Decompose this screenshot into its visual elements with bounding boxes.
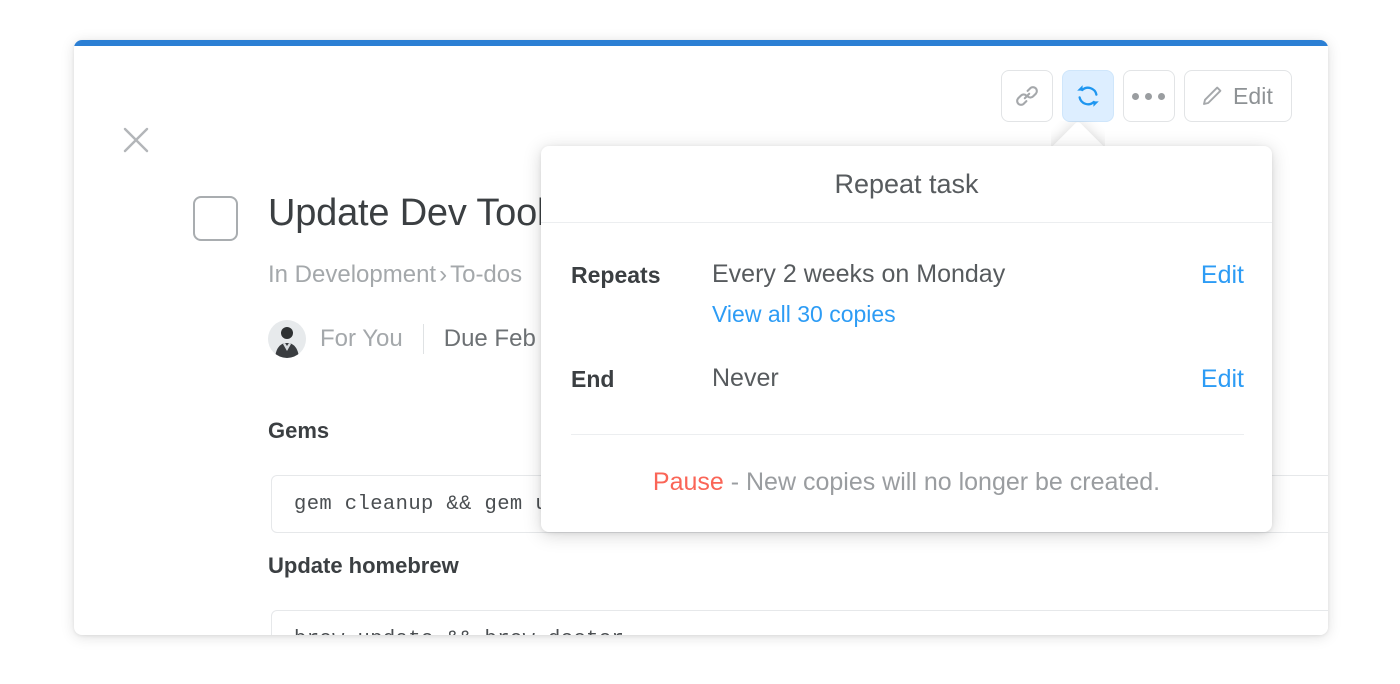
avatar-photo-icon xyxy=(268,320,306,358)
pause-link[interactable]: Pause xyxy=(653,468,724,496)
code-text-homebrew: brew update && brew doctor xyxy=(294,628,624,636)
breadcrumb-project[interactable]: In Development xyxy=(268,261,436,288)
accent-bar xyxy=(74,40,1328,46)
edit-end-link[interactable]: Edit xyxy=(1201,364,1244,394)
repeats-row: Repeats Every 2 weeks on Monday View all… xyxy=(571,260,1244,329)
meta-divider xyxy=(423,324,424,354)
edit-task-button[interactable]: Edit xyxy=(1184,70,1292,122)
link-icon xyxy=(1014,83,1040,109)
end-row: End Never Edit xyxy=(571,364,1244,394)
card-toolbar: Edit xyxy=(1001,70,1292,122)
section-heading-homebrew: Update homebrew xyxy=(268,553,459,579)
repeat-task-popover: Repeat task Repeats Every 2 weeks on Mon… xyxy=(541,146,1272,532)
end-value: Never xyxy=(712,364,1201,393)
breadcrumb: In Development›To-dos xyxy=(268,261,522,289)
repeats-label: Repeats xyxy=(571,260,712,289)
popover-arrow xyxy=(1051,121,1105,148)
more-options-button[interactable] xyxy=(1123,70,1175,122)
section-heading-gems: Gems xyxy=(268,418,329,444)
repeats-value: Every 2 weeks on Monday xyxy=(712,260,1201,289)
task-complete-checkbox[interactable] xyxy=(193,196,238,241)
repeat-task-button[interactable] xyxy=(1062,70,1114,122)
edit-task-label: Edit xyxy=(1233,83,1273,110)
close-button[interactable] xyxy=(110,114,162,166)
close-icon xyxy=(121,125,151,155)
repeat-icon xyxy=(1074,82,1102,110)
pause-description: - New copies will no longer be created. xyxy=(724,468,1160,496)
avatar[interactable] xyxy=(268,320,306,358)
assignee-label[interactable]: For You xyxy=(320,325,403,353)
popover-divider xyxy=(571,434,1244,435)
popover-title: Repeat task xyxy=(541,146,1272,223)
code-block-homebrew[interactable]: brew update && brew doctor xyxy=(271,610,1328,635)
end-label: End xyxy=(571,364,712,393)
breadcrumb-separator: › xyxy=(436,261,450,288)
view-all-copies-link[interactable]: View all 30 copies xyxy=(712,301,896,328)
copy-link-button[interactable] xyxy=(1001,70,1053,122)
page-title: Update Dev Tools xyxy=(268,192,564,235)
repeats-value-group: Every 2 weeks on Monday View all 30 copi… xyxy=(712,260,1201,329)
breadcrumb-list[interactable]: To-dos xyxy=(450,261,522,288)
ellipsis-icon xyxy=(1132,93,1165,100)
pause-footer: Pause - New copies will no longer be cre… xyxy=(541,468,1272,497)
edit-repeats-link[interactable]: Edit xyxy=(1201,260,1244,290)
pencil-icon xyxy=(1200,84,1224,108)
